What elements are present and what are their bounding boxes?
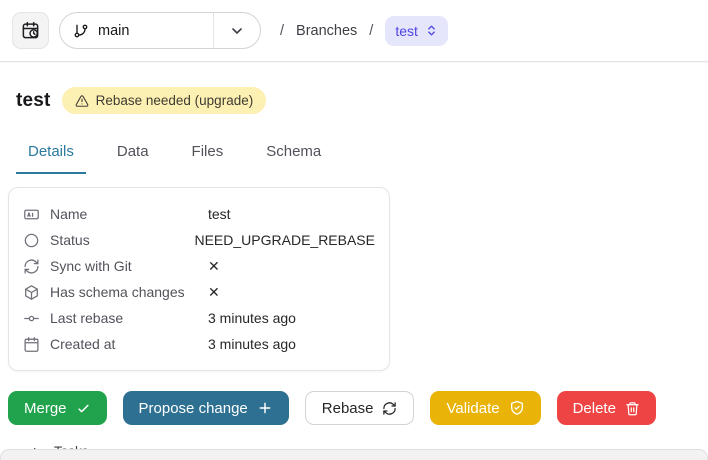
detail-row-name: Name test	[23, 201, 375, 227]
action-buttons: Merge Propose change Rebase Validate Del…	[8, 391, 700, 425]
trash-icon	[625, 401, 640, 416]
details-card: Name test Status NEED_UPGRADE_REBASE Syn…	[8, 187, 390, 371]
detail-value: 3 minutes ago	[208, 310, 296, 326]
plus-icon	[257, 400, 273, 416]
detail-row-has-schema-changes: Has schema changes ✕	[23, 279, 375, 305]
detail-row-status: Status NEED_UPGRADE_REBASE	[23, 227, 375, 253]
check-icon	[76, 401, 91, 416]
topbar: main / Branches / test	[0, 0, 708, 62]
tab-data[interactable]: Data	[105, 137, 161, 174]
tab-bar: Details Data Files Schema	[16, 137, 700, 174]
shield-check-icon	[509, 400, 525, 416]
breadcrumb-separator: /	[280, 22, 285, 39]
delete-button-label: Delete	[572, 399, 616, 417]
detail-label: Status	[50, 232, 90, 248]
branch-selector-value: main	[98, 22, 130, 39]
breadcrumb-current-label: test	[395, 22, 418, 39]
validate-button[interactable]: Validate	[430, 391, 541, 425]
chevron-down-icon	[214, 13, 260, 48]
detail-value-cross: ✕	[208, 283, 220, 300]
detail-label: Created at	[50, 336, 116, 352]
rebase-warning-badge: Rebase needed (upgrade)	[61, 87, 267, 114]
detail-label: Last rebase	[50, 310, 124, 326]
detail-label: Sync with Git	[50, 258, 132, 274]
warning-badge-label: Rebase needed (upgrade)	[95, 93, 254, 108]
cube-icon	[23, 284, 40, 301]
detail-label: Name	[50, 206, 88, 222]
detail-value: 3 minutes ago	[208, 336, 296, 352]
bottom-panel-edge	[0, 449, 708, 460]
page-header: test Rebase needed (upgrade)	[16, 87, 700, 114]
detail-value: test	[208, 206, 231, 222]
breadcrumb-section: Branches	[296, 22, 358, 39]
main-content: test Rebase needed (upgrade) Details Dat…	[0, 87, 708, 459]
tab-schema[interactable]: Schema	[254, 137, 333, 174]
warning-triangle-icon	[75, 94, 89, 108]
refresh-icon	[382, 401, 397, 416]
branch-selector[interactable]: main	[59, 12, 261, 49]
detail-row-sync-with-git: Sync with Git ✕	[23, 253, 375, 279]
calendar-clock-icon	[21, 21, 40, 40]
delete-button[interactable]: Delete	[556, 391, 656, 425]
detail-value: NEED_UPGRADE_REBASE	[194, 232, 375, 248]
rebase-button-label: Rebase	[321, 399, 374, 417]
name-badge-icon	[23, 206, 40, 223]
calendar-icon	[23, 336, 40, 353]
calendar-clock-button[interactable]	[12, 12, 49, 49]
sync-icon	[23, 258, 40, 275]
breadcrumb: / Branches / test	[280, 15, 448, 46]
circle-icon	[23, 232, 40, 249]
tab-files[interactable]: Files	[180, 137, 236, 174]
breadcrumb-separator: /	[369, 22, 374, 39]
rebase-button[interactable]: Rebase	[304, 391, 415, 425]
breadcrumb-current-selector[interactable]: test	[385, 15, 448, 46]
propose-change-button[interactable]: Propose change	[122, 391, 289, 425]
merge-button-label: Merge	[24, 399, 67, 417]
merge-button[interactable]: Merge	[8, 391, 107, 425]
detail-row-last-rebase: Last rebase 3 minutes ago	[23, 305, 375, 331]
tab-details[interactable]: Details	[16, 137, 86, 174]
detail-row-created-at: Created at 3 minutes ago	[23, 331, 375, 357]
chevrons-up-down-icon	[425, 24, 438, 37]
git-branch-icon	[73, 23, 89, 39]
page-title: test	[16, 89, 51, 111]
detail-label: Has schema changes	[50, 284, 185, 300]
git-commit-icon	[23, 310, 40, 327]
detail-value-cross: ✕	[208, 257, 220, 274]
propose-change-button-label: Propose change	[138, 399, 248, 417]
validate-button-label: Validate	[446, 399, 500, 417]
